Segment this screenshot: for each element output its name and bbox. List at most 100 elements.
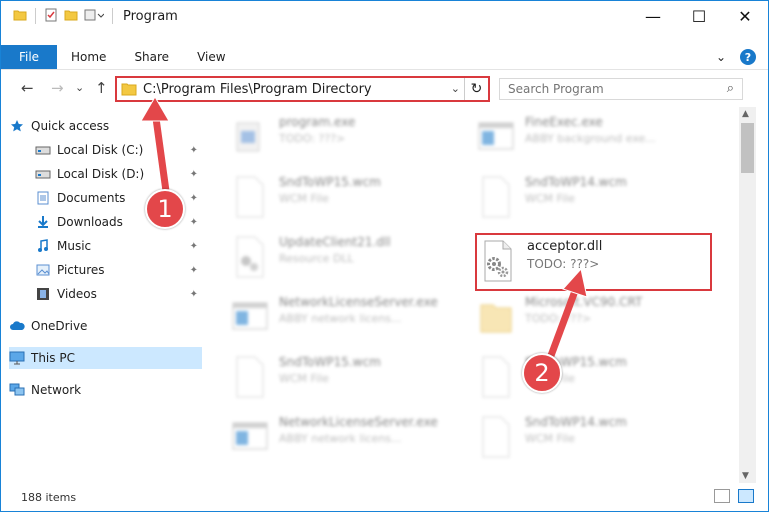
recent-locations-icon[interactable]: ⌄ (75, 81, 84, 94)
expand-ribbon-icon[interactable]: ⌄ (716, 50, 726, 64)
help-icon[interactable]: ? (740, 49, 756, 65)
file-description: WCM File (279, 372, 329, 385)
list-item[interactable]: SndToWP14.wcm WCM File (477, 413, 717, 473)
list-item[interactable]: SndToWP15.wcm WCM File (231, 173, 471, 233)
pin-icon[interactable]: ✦ (190, 217, 198, 228)
minimize-button[interactable]: — (630, 1, 676, 31)
list-item[interactable]: UpdateClient21.dll Resource DLL (231, 233, 471, 293)
list-item[interactable]: SndToWP14.wcm WCM File (477, 173, 717, 233)
folder-icon (480, 304, 512, 333)
list-item[interactable]: SndToWP15.wcmWCM File (477, 353, 717, 413)
exe-icon (236, 122, 260, 152)
drive-icon (35, 167, 51, 181)
dll-icon (236, 236, 264, 278)
file-description: TODO: ???> (525, 312, 592, 325)
quick-access-toolbar (13, 8, 115, 25)
vertical-scrollbar[interactable]: ▲ ▼ (739, 107, 756, 483)
list-item[interactable]: Microsoft.VC90.CRT TODO: ???> (477, 293, 717, 353)
file-list: program.exe TODO: ???> FineExec.exe ABBY b… (215, 107, 737, 483)
file-icon (482, 416, 510, 458)
address-bar[interactable]: C:\Program Files\Program Directory ⌄ ↻ (115, 76, 490, 102)
pin-icon[interactable]: ✦ (190, 265, 198, 276)
file-name: SndToWP14.wcm (525, 175, 627, 189)
highlight-box (475, 233, 712, 291)
close-button[interactable]: ✕ (722, 1, 768, 31)
file-description: ABBY network licens... (279, 432, 402, 445)
file-description: WCM File (279, 192, 329, 205)
cloud-icon (9, 319, 25, 333)
list-item[interactable]: program.exe TODO: ???> (231, 113, 471, 173)
window-controls: — ☐ ✕ (630, 1, 768, 31)
properties-icon[interactable] (44, 8, 58, 25)
list-item[interactable]: SndToWP15.wcmWCM File (231, 353, 471, 413)
window-icon (232, 302, 268, 330)
file-description: WCM File (525, 192, 575, 205)
sidebar-item-label: Pictures (57, 263, 105, 277)
search-box[interactable]: ⌕ (499, 78, 743, 100)
sidebar-item-network[interactable]: Network (9, 379, 202, 401)
sidebar-item-local-disk-d[interactable]: Local Disk (D:) ✦ (35, 163, 202, 185)
ribbon-right-controls: ⌄ ? (716, 49, 756, 65)
toolbar-divider (35, 8, 36, 24)
file-name: NetworkLicenseServer.exe (279, 295, 438, 309)
sidebar-item-label: Network (31, 383, 82, 397)
file-name: program.exe (279, 115, 356, 129)
sidebar-item-label: Local Disk (D:) (57, 167, 145, 181)
tab-home[interactable]: Home (57, 50, 120, 64)
tab-file[interactable]: File (1, 45, 57, 69)
up-icon[interactable]: ↑ (95, 79, 108, 97)
maximize-button[interactable]: ☐ (676, 1, 722, 31)
window-title: Program (123, 8, 178, 24)
sidebar-item-label: OneDrive (31, 319, 88, 333)
pin-icon[interactable]: ✦ (190, 145, 198, 156)
drive-icon (35, 143, 51, 157)
list-item[interactable]: NetworkLicenseServer.exe ABBY network lic… (231, 293, 471, 353)
pin-icon[interactable]: ✦ (190, 193, 198, 204)
file-name: NetworkLicenseServer.exe (279, 415, 438, 429)
sidebar-item-music[interactable]: Music ✦ (35, 235, 202, 257)
details-view-icon[interactable] (714, 489, 730, 503)
file-name: SndToWP15.wcm (279, 175, 381, 189)
sidebar-item-local-disk-c[interactable]: Local Disk (C:) ✦ (35, 139, 202, 161)
list-item[interactable]: FineExec.exe ABBY background exe... (477, 113, 717, 173)
file-description: TODO: ???> (279, 132, 346, 145)
forward-icon[interactable]: → (51, 79, 64, 97)
file-name: Microsoft.VC90.CRT (525, 295, 643, 309)
sidebar-item-onedrive[interactable]: OneDrive (9, 315, 202, 337)
file-icon (236, 356, 264, 398)
toolbar-divider (112, 8, 113, 24)
customize-toolbar-icon[interactable] (84, 8, 105, 25)
sidebar-item-videos[interactable]: Videos ✦ (35, 283, 202, 305)
list-item[interactable]: NetworkLicenseServer.exe ABBY network lic… (231, 413, 471, 473)
search-input[interactable] (508, 82, 708, 96)
address-path[interactable]: C:\Program Files\Program Directory (143, 82, 372, 97)
sidebar-item-label: Downloads (57, 215, 123, 229)
large-icons-view-icon[interactable] (738, 489, 754, 503)
folder-icon[interactable] (13, 8, 27, 25)
pin-icon[interactable]: ✦ (190, 169, 198, 180)
pin-icon[interactable]: ✦ (190, 241, 198, 252)
pin-icon[interactable]: ✦ (190, 289, 198, 300)
file-icon (482, 356, 510, 398)
tab-share[interactable]: Share (120, 50, 183, 64)
back-icon[interactable]: ← (21, 79, 34, 97)
address-dropdown-icon[interactable]: ⌄ (451, 82, 460, 95)
step-2-badge: 2 (522, 353, 562, 393)
window-icon (232, 422, 268, 450)
scroll-down-icon[interactable]: ▼ (742, 471, 749, 481)
sidebar-item-label: Music (57, 239, 92, 253)
computer-icon (9, 351, 25, 365)
new-folder-icon[interactable] (64, 8, 78, 25)
file-description: WCM File (525, 432, 575, 445)
scroll-up-icon[interactable]: ▲ (742, 109, 749, 119)
refresh-icon[interactable]: ↻ (464, 78, 488, 100)
search-icon[interactable]: ⌕ (727, 81, 734, 96)
title-bar: Program — ☐ ✕ (1, 1, 768, 31)
file-description: Resource DLL (279, 252, 354, 265)
address-row: ← → ⌄ ↑ C:\Program Files\Program Directo… (1, 73, 768, 103)
sidebar-item-this-pc[interactable]: This PC (9, 347, 202, 369)
sidebar-item-pictures[interactable]: Pictures ✦ (35, 259, 202, 281)
tab-view[interactable]: View (183, 50, 239, 64)
sidebar-item-quick-access[interactable]: Quick access (9, 115, 202, 137)
scrollbar-thumb[interactable] (741, 123, 754, 173)
